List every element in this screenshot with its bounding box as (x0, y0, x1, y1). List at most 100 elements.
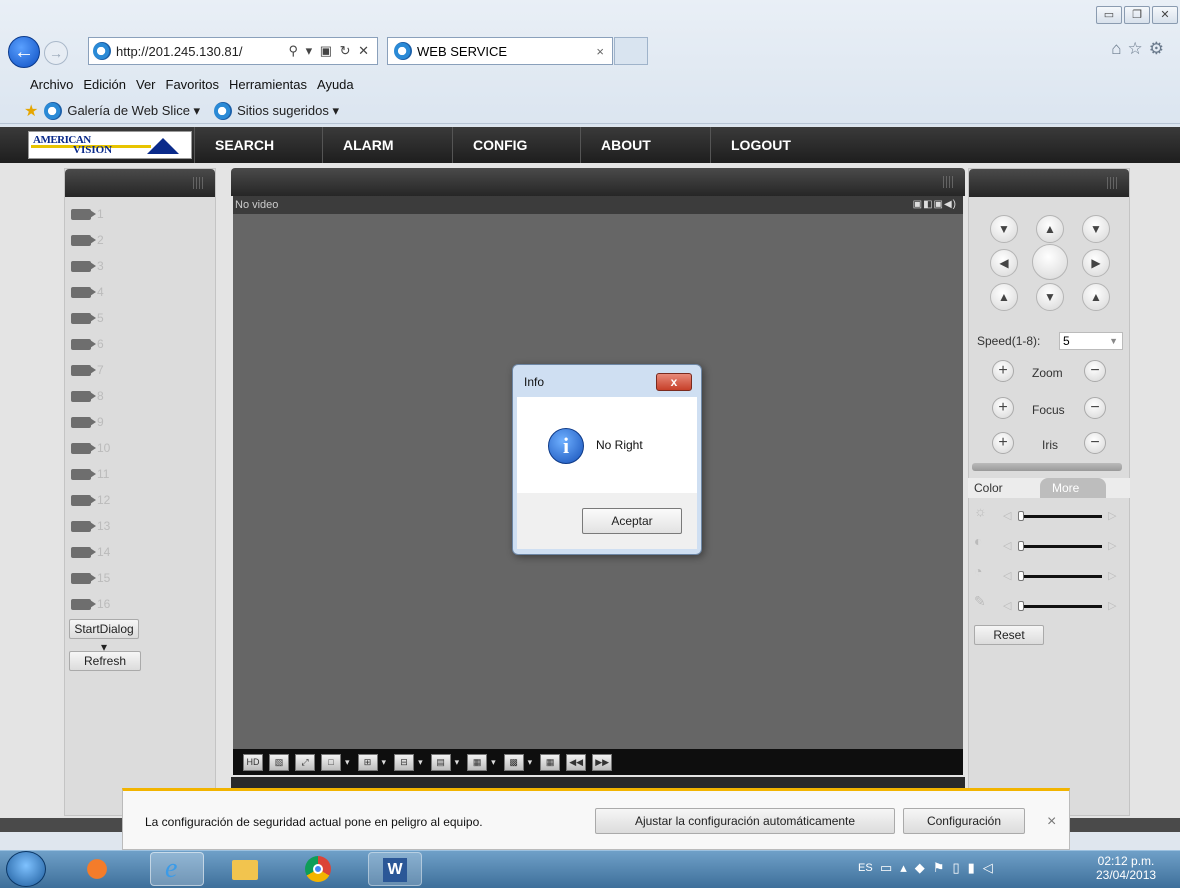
dialog-close-button[interactable]: x (656, 373, 692, 391)
nav-config[interactable]: CONFIG (452, 127, 580, 163)
back-icon[interactable]: ← (8, 36, 40, 68)
brightness-dec-icon[interactable]: ◁ (1003, 509, 1011, 522)
layout-4-icon[interactable]: ⊞ (357, 753, 378, 771)
clock[interactable]: 02:12 p.m. 23/04/2013 (1096, 854, 1156, 882)
channel-item[interactable]: 13 (71, 513, 215, 539)
ptz-center-button[interactable] (1032, 244, 1068, 280)
brightness-knob[interactable] (1018, 511, 1024, 521)
nav-alarm[interactable]: ALARM (322, 127, 450, 163)
explorer-icon[interactable] (218, 852, 272, 886)
ptz-down-right-icon[interactable]: ▲ (1082, 283, 1110, 311)
channel-item[interactable]: 5 (71, 305, 215, 331)
iris-open-button[interactable]: + (992, 432, 1014, 454)
ptz-left-icon[interactable]: ◀ (990, 249, 1018, 277)
ptz-down-left-icon[interactable]: ▲ (990, 283, 1018, 311)
ptz-up-icon[interactable]: ▲ (1036, 215, 1064, 243)
focus-out-button[interactable]: − (1084, 397, 1106, 419)
ratio-icon[interactable]: ▧ (269, 753, 289, 771)
contrast-knob[interactable] (1018, 541, 1024, 551)
saturation-inc-icon[interactable]: ▷ (1108, 569, 1116, 582)
tray-icons[interactable]: ▭▴◆⚑▯▮◁ (880, 860, 1001, 876)
speed-select[interactable]: 5 ▼ (1059, 332, 1123, 350)
channel-item[interactable]: 10 (71, 435, 215, 461)
star-icon[interactable]: ☆ (1128, 39, 1149, 58)
settings-button[interactable]: Configuración (903, 808, 1025, 834)
focus-in-button[interactable]: + (992, 397, 1014, 419)
prev-page-icon[interactable]: ◀◀ (566, 753, 587, 771)
chrome-icon[interactable] (292, 852, 346, 886)
windows-start-icon[interactable] (6, 851, 46, 887)
forward-icon[interactable]: → (44, 41, 68, 65)
channel-item[interactable]: 16 (71, 591, 215, 617)
nav-about[interactable]: ABOUT (580, 127, 710, 163)
menu-ayuda[interactable]: Ayuda (317, 77, 354, 92)
fix-settings-button[interactable]: Ajustar la configuración automáticamente (595, 808, 895, 834)
saturation-knob[interactable] (1018, 571, 1024, 581)
channel-item[interactable]: 6 (71, 331, 215, 357)
channel-item[interactable]: 14 (71, 539, 215, 565)
channel-item[interactable]: 4 (71, 279, 215, 305)
start-dialog-select[interactable]: StartDialog ▾ (69, 619, 139, 654)
hue-knob[interactable] (1018, 601, 1024, 611)
contrast-dec-icon[interactable]: ◁ (1003, 539, 1011, 552)
layout-6-icon[interactable]: ⊟ (394, 753, 415, 771)
address-controls[interactable]: ⚲ ▾ ▣ ↻ ✕ (288, 43, 371, 59)
next-page-icon[interactable]: ▶▶ (592, 753, 613, 771)
ie-taskbar-icon[interactable]: e (150, 852, 204, 886)
contrast-inc-icon[interactable]: ▷ (1108, 539, 1116, 552)
contrast-slider[interactable] (1020, 545, 1102, 548)
iris-close-button[interactable]: − (1084, 432, 1106, 454)
channel-item[interactable]: 1 (71, 201, 215, 227)
hue-dec-icon[interactable]: ◁ (1003, 599, 1011, 612)
ptz-right-icon[interactable]: ▶ (1082, 249, 1110, 277)
nav-search[interactable]: SEARCH (194, 127, 320, 163)
menu-favoritos[interactable]: Favoritos (166, 77, 219, 92)
channel-item[interactable]: 8 (71, 383, 215, 409)
nav-logout[interactable]: LOGOUT (710, 127, 840, 163)
channel-item[interactable]: 9 (71, 409, 215, 435)
word-icon[interactable]: W (368, 852, 422, 886)
minimize-button[interactable]: ▭ (1096, 6, 1122, 24)
layout-8-icon[interactable]: ▤ (430, 753, 451, 771)
saturation-slider[interactable] (1020, 575, 1102, 578)
ptz-up-right-icon[interactable]: ▼ (1082, 215, 1110, 243)
language-indicator[interactable]: ES (858, 862, 873, 874)
tab-more[interactable]: More (1040, 478, 1106, 498)
home-icon[interactable]: ⌂ (1111, 39, 1127, 58)
reset-button[interactable]: Reset (974, 625, 1044, 645)
tab-web-service[interactable]: WEB SERVICE × (387, 37, 613, 65)
menu-edicion[interactable]: Edición (83, 77, 126, 92)
layout-1-icon[interactable]: □ (321, 753, 341, 771)
menu-herramientas[interactable]: Herramientas (229, 77, 307, 92)
address-bar[interactable]: http://201.245.130.81/ ⚲ ▾ ▣ ↻ ✕ (88, 37, 378, 65)
tab-color[interactable]: Color (974, 481, 1003, 495)
ptz-collapse-bar[interactable] (972, 463, 1122, 471)
channel-item[interactable]: 12 (71, 487, 215, 513)
notification-close-button[interactable]: × (1047, 813, 1056, 831)
hd-icon[interactable]: HD (243, 753, 263, 771)
gear-icon[interactable]: ⚙ (1149, 39, 1170, 58)
fullscreen-icon[interactable]: ⤢ (295, 753, 315, 771)
zoom-out-button[interactable]: − (1084, 360, 1106, 382)
channel-item[interactable]: 15 (71, 565, 215, 591)
refresh-button[interactable]: Refresh (69, 651, 141, 671)
favorites-star-icon[interactable]: ★ (24, 101, 38, 121)
new-tab-button[interactable] (614, 37, 648, 65)
fav-web-slice[interactable]: Galería de Web Slice ▾ (44, 101, 200, 120)
hue-slider[interactable] (1020, 605, 1102, 608)
saturation-dec-icon[interactable]: ◁ (1003, 569, 1011, 582)
channel-item[interactable]: 7 (71, 357, 215, 383)
tab-close-button[interactable]: × (596, 44, 604, 59)
layout-16-icon[interactable]: ▦ (540, 753, 561, 771)
outlook-icon[interactable] (70, 852, 124, 886)
hue-inc-icon[interactable]: ▷ (1108, 599, 1116, 612)
layout-9-icon[interactable]: ▦ (467, 753, 488, 771)
menu-archivo[interactable]: Archivo (30, 77, 73, 92)
channel-item[interactable]: 2 (71, 227, 215, 253)
layout-13-icon[interactable]: ▩ (503, 753, 524, 771)
brightness-inc-icon[interactable]: ▷ (1108, 509, 1116, 522)
channel-item[interactable]: 11 (71, 461, 215, 487)
restore-button[interactable]: ❐ (1124, 6, 1150, 24)
zoom-in-button[interactable]: + (992, 360, 1014, 382)
ptz-down-icon[interactable]: ▼ (1036, 283, 1064, 311)
